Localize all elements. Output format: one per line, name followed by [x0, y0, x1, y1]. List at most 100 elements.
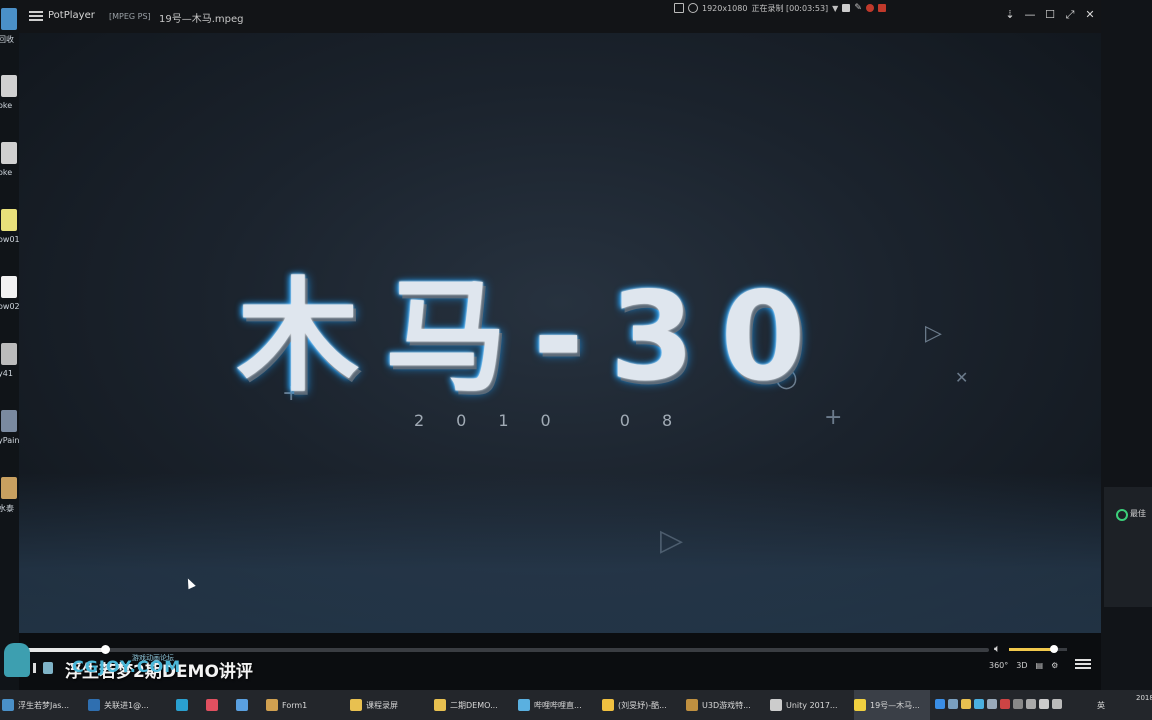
taskbar-item[interactable] [206, 690, 226, 720]
dropdown-icon[interactable]: ▼ [832, 4, 838, 13]
tray-icon[interactable] [1000, 699, 1010, 709]
minimize-button[interactable]: — [1023, 8, 1037, 22]
taskbar-item[interactable]: (刘旻妤)-酷... [602, 690, 682, 720]
desktop-icon-image [1, 209, 17, 231]
side-label: 最佳 [1130, 509, 1146, 518]
taskbar-item-label: 二期DEMO... [450, 700, 498, 710]
potplayer-window: PotPlayer [MPEG PS] 19号—木马.mpeg 1920x108… [19, 0, 1101, 690]
camera-icon[interactable] [842, 4, 851, 12]
volume-tray-icon[interactable] [1039, 699, 1049, 709]
record-icon[interactable] [865, 4, 874, 12]
subtitle-button[interactable]: ▤ [1036, 661, 1044, 670]
taskbar-item[interactable]: 二期DEMO... [434, 690, 514, 720]
volume-slider[interactable] [1009, 645, 1067, 653]
pen-icon[interactable]: ✎ [854, 3, 862, 13]
desktop-icon[interactable]: oke [0, 71, 19, 131]
fullscreen-button[interactable]: ⤢ [1063, 8, 1077, 22]
tray-icon[interactable] [935, 699, 945, 709]
taskbar-item-label: 19号—木马... [870, 700, 920, 710]
resolution-label: 1920x1080 [702, 3, 748, 13]
desktop-icon[interactable]: y41 [0, 339, 19, 399]
tray-icon[interactable] [1026, 699, 1036, 709]
tray-icon[interactable] [974, 699, 984, 709]
desktop-icon-label: 回收 [0, 35, 14, 44]
status-bar: 1920x1080 正在录制 [00:03:53] ▼ ✎ [674, 2, 886, 14]
tray-icon[interactable] [948, 699, 958, 709]
keyboard-tray-icon[interactable] [1052, 699, 1062, 709]
taskbar-item-label: 关联进1@... [104, 700, 149, 710]
window-controls: ⇣ — ☐ ⤢ ✕ [1003, 8, 1097, 22]
clock[interactable]: 2018 [1136, 692, 1152, 704]
desktop-strip: 回收 oke oke ow01 ow02 y41 yPain 水泰 [0, 0, 19, 690]
app-icon [206, 699, 218, 711]
app-icon [266, 699, 278, 711]
app-icon [434, 699, 446, 711]
app-icon [88, 699, 100, 711]
player-right-controls: 360° 3D ▤ ⚙ [989, 661, 1058, 670]
mascot-logo [4, 643, 30, 677]
maximize-button[interactable]: ☐ [1043, 8, 1057, 22]
desktop-icon-image [1, 276, 17, 298]
system-tray [935, 699, 1062, 709]
ime-indicator[interactable]: 英 [1097, 700, 1105, 711]
volume-icon[interactable]: 🔈︎ [994, 643, 1006, 655]
app-icon [176, 699, 188, 711]
3d-button[interactable]: 3D [1016, 661, 1027, 670]
codec-label: [MPEG PS] [109, 12, 151, 21]
desktop-icon-image [1, 142, 17, 164]
taskbar-item[interactable]: U3D游戏特... [686, 690, 766, 720]
x-shape: ✕ [955, 368, 969, 387]
desktop-icon-label: yPain [0, 436, 19, 445]
window-icon[interactable] [674, 3, 684, 13]
taskbar-item[interactable] [236, 690, 256, 720]
video-date: 2010 08 [414, 411, 705, 430]
desktop-icon-label: ow02 [0, 302, 19, 311]
video-floor [19, 473, 1101, 633]
close-button[interactable]: ✕ [1083, 8, 1097, 22]
title-bar[interactable]: PotPlayer [MPEG PS] 19号—木马.mpeg 1920x108… [19, 0, 1101, 33]
watermark-tagline: 游戏动画论坛 [132, 654, 174, 662]
taskbar-item[interactable]: 关联进1@... [88, 690, 168, 720]
volume-handle[interactable] [1050, 645, 1059, 653]
radio-option[interactable] [1116, 509, 1128, 521]
vr-360-button[interactable]: 360° [989, 661, 1008, 670]
playlist-icon[interactable] [1075, 657, 1091, 671]
desktop-icon-image [1, 75, 17, 97]
app-name: PotPlayer [48, 10, 95, 21]
taskbar-item[interactable] [176, 690, 196, 720]
taskbar-item[interactable]: 19号—木马... [854, 690, 930, 720]
desktop-icon[interactable]: ow01 [0, 205, 19, 265]
desktop-icon-label: 水泰 [0, 504, 14, 513]
side-panel [1104, 487, 1152, 607]
desktop-icon[interactable]: oke [0, 138, 19, 198]
stop-record-icon[interactable] [877, 4, 886, 12]
desktop-icon[interactable]: 水泰 [0, 473, 19, 533]
taskbar: 英 2018 浮生若梦Jas... 关联进1@... Form1 课程录屏 二期DEMO… [0, 690, 1152, 720]
desktop-icon-label: oke [0, 168, 13, 177]
desktop-icon-image [1, 410, 17, 432]
triangle-shape: ▷ [660, 523, 684, 558]
taskbar-item[interactable]: 课程录屏 [350, 690, 430, 720]
app-icon [686, 699, 698, 711]
pin-button[interactable]: ⇣ [1003, 8, 1017, 22]
triangle-shape: ▷ [925, 321, 942, 346]
tray-icon[interactable] [961, 699, 971, 709]
desktop-icon[interactable]: yPain [0, 406, 19, 466]
cgjoy-watermark: CGJOY.COM 游戏动画论坛 [2, 643, 182, 681]
search-icon[interactable] [688, 3, 698, 13]
taskbar-item[interactable]: Form1 [266, 690, 346, 720]
app-icon [602, 699, 614, 711]
tray-icon[interactable] [987, 699, 997, 709]
desktop-icon[interactable]: ow02 [0, 272, 19, 332]
menu-icon[interactable] [29, 9, 43, 23]
taskbar-item[interactable]: 哔哩哔哩直... [518, 690, 598, 720]
settings-icon[interactable]: ⚙ [1051, 661, 1058, 670]
taskbar-item[interactable]: Unity 2017... [770, 690, 850, 720]
desktop-icon-image [1, 343, 17, 365]
tray-icon[interactable] [1013, 699, 1023, 709]
desktop-icon-image [1, 8, 17, 30]
desktop-icon-label: y41 [0, 369, 13, 378]
desktop-icon[interactable]: 回收 [0, 4, 19, 64]
taskbar-item[interactable]: 浮生若梦Jas... [2, 690, 84, 720]
video-area[interactable]: ✕ ○ ✕ ▷ ▷ + + 木马-30 2010 08 [19, 33, 1101, 633]
